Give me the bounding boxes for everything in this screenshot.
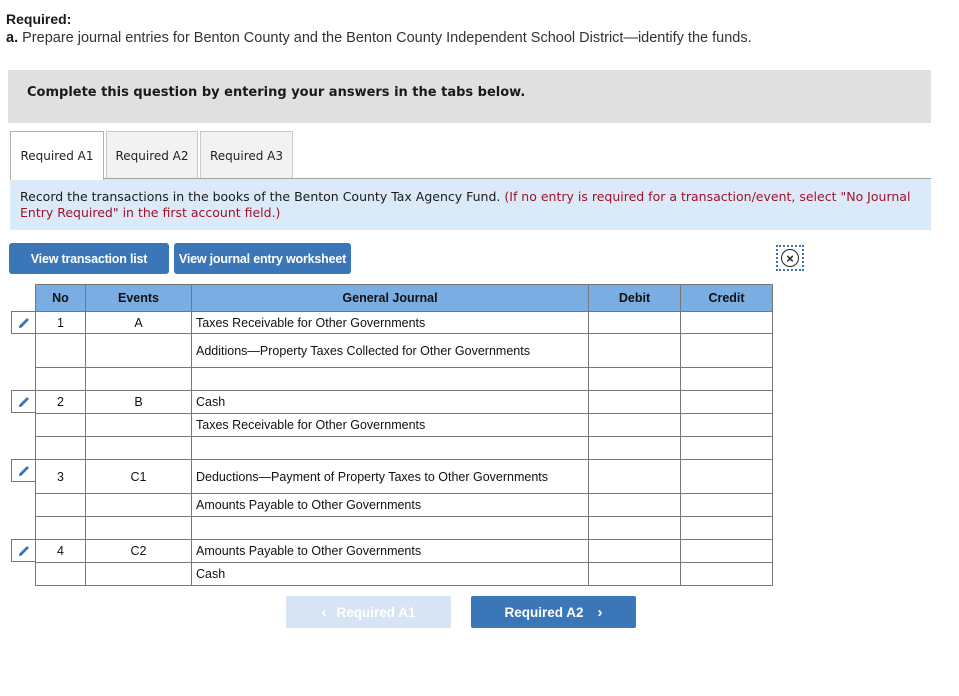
debit-cell[interactable]: [588, 390, 681, 414]
table-row: Cash: [35, 562, 773, 586]
debit-cell[interactable]: [588, 413, 681, 437]
entry-event: B: [85, 390, 192, 414]
chevron-left-icon: ‹: [321, 603, 327, 621]
table-row: Taxes Receivable for Other Governments: [35, 413, 773, 437]
table-row: [35, 516, 773, 540]
debit-cell[interactable]: [588, 539, 681, 563]
entry-no: 3: [35, 459, 86, 494]
account-cell[interactable]: Cash: [191, 390, 589, 414]
table-row: Amounts Payable to Other Governments: [35, 493, 773, 517]
credit-cell[interactable]: [680, 333, 773, 368]
part-text: Prepare journal entries for Benton Count…: [22, 30, 752, 46]
debit-cell[interactable]: [588, 367, 681, 391]
general-journal-table: No Events General Journal Debit Credit 1…: [35, 284, 773, 586]
credit-cell[interactable]: [680, 311, 773, 334]
debit-cell[interactable]: [588, 333, 681, 368]
debit-cell[interactable]: [588, 436, 681, 460]
credit-cell[interactable]: [680, 562, 773, 586]
view-transaction-list-button[interactable]: View transaction list: [9, 243, 169, 274]
clear-entries-button[interactable]: ×: [776, 245, 804, 271]
view-journal-entry-worksheet-button[interactable]: View journal entry worksheet: [174, 243, 351, 274]
debit-cell[interactable]: [588, 311, 681, 334]
account-cell[interactable]: Taxes Receivable for Other Governments: [191, 413, 589, 437]
debit-cell[interactable]: [588, 493, 681, 517]
credit-cell[interactable]: [680, 459, 773, 494]
pencil-icon: [19, 396, 29, 407]
account-cell[interactable]: [191, 436, 589, 460]
account-cell[interactable]: Amounts Payable to Other Governments: [191, 493, 589, 517]
credit-cell[interactable]: [680, 539, 773, 563]
header-events: Events: [85, 284, 192, 312]
entry-event: C1: [85, 459, 192, 494]
part-label: a.: [6, 30, 19, 46]
instruction-banner: Complete this question by entering your …: [8, 70, 931, 123]
account-cell[interactable]: [191, 367, 589, 391]
header-general-journal: General Journal: [191, 284, 589, 312]
tab-bar: Required A1 Required A2 Required A3: [10, 131, 295, 180]
entry-event: A: [85, 311, 192, 334]
account-cell[interactable]: Cash: [191, 562, 589, 586]
debit-cell[interactable]: [588, 562, 681, 586]
account-cell[interactable]: Amounts Payable to Other Governments: [191, 539, 589, 563]
tab-required-a2[interactable]: Required A2: [106, 131, 198, 179]
edit-entry-1-button[interactable]: [11, 311, 36, 334]
account-cell[interactable]: [191, 516, 589, 540]
entry-event: C2: [85, 539, 192, 563]
credit-cell[interactable]: [680, 493, 773, 517]
table-row: [35, 367, 773, 391]
next-tab-button[interactable]: Required A2 ›: [471, 596, 636, 628]
header-no: No: [35, 284, 86, 312]
entry-no: 2: [35, 390, 86, 414]
credit-cell[interactable]: [680, 367, 773, 391]
pencil-icon: [19, 317, 29, 328]
entry-no: 4: [35, 539, 86, 563]
table-header-row: No Events General Journal Debit Credit: [35, 284, 773, 312]
prev-tab-label: Required A1: [336, 604, 416, 620]
table-row: 3 C1 Deductions—Payment of Property Taxe…: [35, 459, 773, 494]
edit-entry-2-button[interactable]: [11, 390, 36, 413]
credit-cell[interactable]: [680, 390, 773, 414]
question-part-a: a. Prepare journal entries for Benton Co…: [6, 30, 752, 46]
pencil-icon: [19, 465, 29, 476]
pencil-icon: [19, 545, 29, 556]
account-cell[interactable]: Taxes Receivable for Other Governments: [191, 311, 589, 334]
table-row: 4 C2 Amounts Payable to Other Government…: [35, 539, 773, 563]
edit-entry-4-button[interactable]: [11, 539, 36, 562]
header-debit: Debit: [588, 284, 681, 312]
table-row: Additions—Property Taxes Collected for O…: [35, 333, 773, 368]
table-row: 1 A Taxes Receivable for Other Governmen…: [35, 311, 773, 334]
tab-required-a1[interactable]: Required A1: [10, 131, 104, 180]
prev-tab-button: ‹ Required A1: [286, 596, 451, 628]
credit-cell[interactable]: [680, 413, 773, 437]
account-cell[interactable]: Deductions—Payment of Property Taxes to …: [191, 459, 589, 494]
tab-required-a3[interactable]: Required A3: [200, 131, 293, 179]
tab-instructions: Record the transactions in the books of …: [10, 178, 931, 230]
header-credit: Credit: [680, 284, 773, 312]
table-row: [35, 436, 773, 460]
banner-text: Complete this question by entering your …: [27, 85, 526, 100]
entry-no: 1: [35, 311, 86, 334]
chevron-right-icon: ›: [597, 603, 603, 621]
credit-cell[interactable]: [680, 516, 773, 540]
debit-cell[interactable]: [588, 516, 681, 540]
next-tab-label: Required A2: [504, 604, 584, 620]
table-row: 2 B Cash: [35, 390, 773, 414]
circle-x-icon: ×: [781, 249, 799, 267]
required-heading: Required:: [6, 11, 72, 27]
debit-cell[interactable]: [588, 459, 681, 494]
account-cell[interactable]: Additions—Property Taxes Collected for O…: [191, 333, 589, 368]
instructions-text: Record the transactions in the books of …: [20, 189, 501, 204]
edit-entry-3-button[interactable]: [11, 459, 36, 482]
credit-cell[interactable]: [680, 436, 773, 460]
